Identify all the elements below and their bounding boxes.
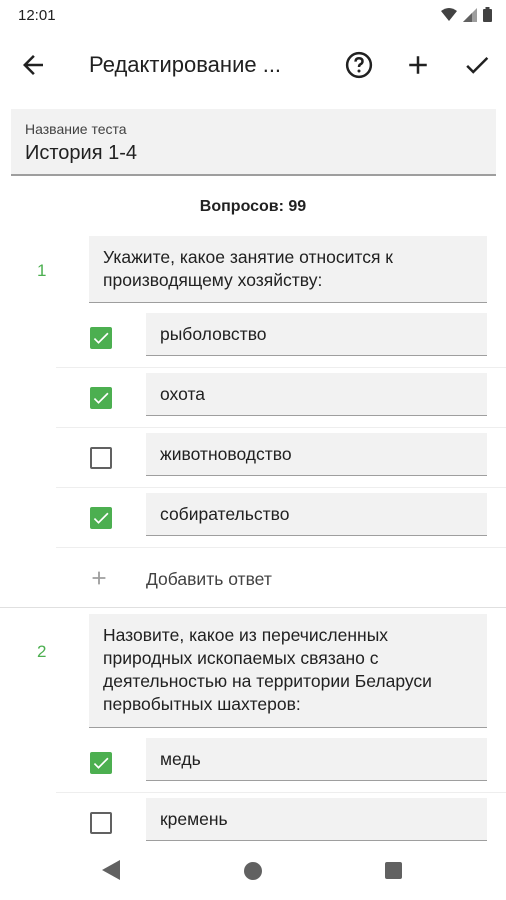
check-icon — [93, 332, 109, 344]
answer-field[interactable]: медь — [146, 738, 487, 781]
answer-field[interactable]: кремень — [146, 798, 487, 841]
back-button[interactable] — [18, 50, 48, 80]
plus-icon — [92, 571, 106, 585]
status-icons — [441, 7, 492, 27]
nav-recents-icon[interactable] — [385, 862, 402, 879]
answer-row: охота — [56, 368, 506, 428]
question-text-field[interactable]: Укажите, какое занятие относится к произ… — [89, 236, 487, 303]
add-answer-label: Добавить ответ — [146, 569, 272, 589]
answer-checkbox[interactable] — [90, 752, 112, 774]
help-button[interactable] — [344, 50, 374, 80]
signal-icon — [463, 7, 477, 27]
answer-field[interactable]: охота — [146, 373, 487, 416]
test-name-label: Название теста — [25, 121, 127, 137]
page-title: Редактирование ... — [89, 52, 282, 77]
checkmark-icon — [466, 56, 489, 74]
battery-icon — [483, 7, 492, 27]
test-name-value[interactable]: История 1-4 — [25, 142, 137, 165]
question-number: 2 — [37, 642, 47, 661]
answer-checkbox[interactable] — [90, 387, 112, 409]
status-bar: 12:01 — [0, 0, 506, 32]
status-time: 12:01 — [18, 7, 56, 24]
plus-icon — [409, 56, 427, 74]
answer-checkbox[interactable] — [90, 507, 112, 529]
save-button[interactable] — [462, 50, 492, 80]
question-divider — [0, 607, 506, 608]
check-icon — [93, 392, 109, 404]
answer-field[interactable]: собирательство — [146, 493, 487, 536]
add-answer-button[interactable]: Добавить ответ — [56, 549, 506, 609]
system-nav-bar — [0, 841, 506, 900]
arrow-back-icon — [23, 55, 43, 75]
screen: 12:01 Редактирование ... Название теста … — [0, 0, 506, 900]
question-count: Вопросов: 99 — [199, 198, 307, 215]
wifi-icon — [441, 7, 457, 27]
answer-row: медь — [56, 733, 506, 793]
help-circle-icon — [345, 51, 373, 79]
answer-row: рыболовство — [56, 308, 506, 368]
answer-checkbox[interactable] — [90, 327, 112, 349]
answer-row: животноводство — [56, 428, 506, 488]
question-text-field[interactable]: Назовите, какое из перечисленных природн… — [89, 614, 487, 728]
answer-field[interactable]: рыболовство — [146, 313, 487, 356]
app-bar: Редактирование ... — [0, 32, 506, 98]
answer-row: собирательство — [56, 488, 506, 548]
nav-home-icon[interactable] — [244, 862, 262, 880]
answer-checkbox[interactable] — [90, 812, 112, 834]
test-name-field[interactable]: Название теста История 1-4 — [11, 109, 496, 176]
check-icon — [93, 757, 109, 769]
add-question-button[interactable] — [403, 50, 433, 80]
answer-checkbox[interactable] — [90, 447, 112, 469]
answer-field[interactable]: животноводство — [146, 433, 487, 476]
check-icon — [93, 512, 109, 524]
nav-back-icon[interactable] — [102, 860, 120, 880]
question-number: 1 — [37, 261, 47, 280]
